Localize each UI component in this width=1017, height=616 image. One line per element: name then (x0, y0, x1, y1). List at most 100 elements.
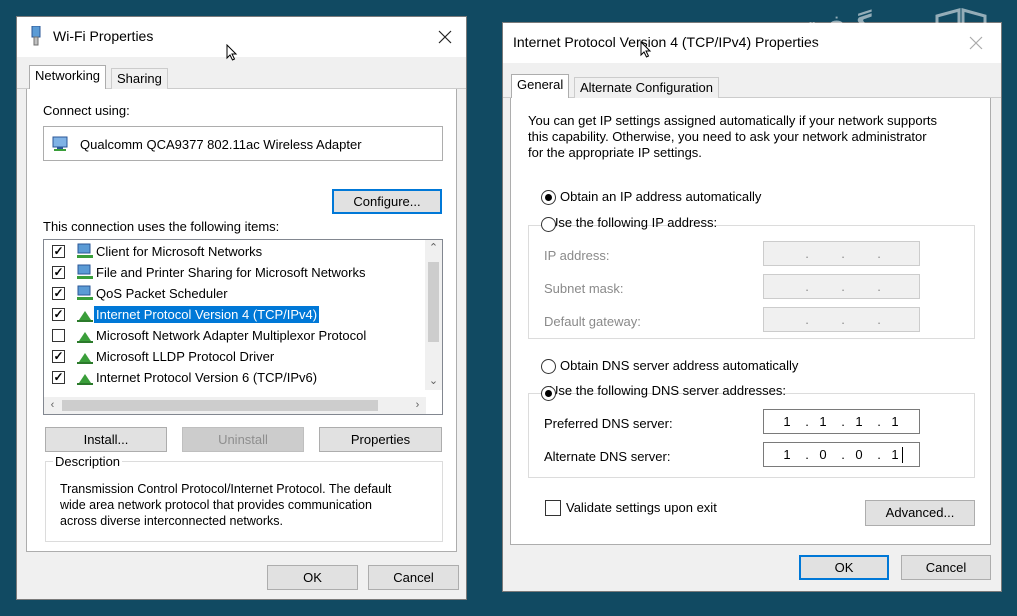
uninstall-button[interactable]: Uninstall (182, 427, 304, 452)
watermark-logo-icon (935, 8, 987, 56)
general-panel: You can get IP settings assigned automat… (510, 98, 991, 545)
components-list[interactable]: ✓ Client for Microsoft Networks ✓ File a… (43, 239, 443, 415)
ip-separator: . (841, 414, 845, 429)
tab-networking[interactable]: Networking (29, 65, 107, 90)
configure-button[interactable]: Configure... (332, 189, 442, 214)
use-dns-radio[interactable] (541, 386, 556, 401)
protocol-icon (77, 353, 93, 364)
mouse-cursor-icon (640, 41, 652, 58)
ok-button[interactable]: OK (267, 565, 358, 590)
vertical-scrollbar[interactable]: ⌃ ⌄ (425, 240, 442, 390)
watermark-title: وب گیفت (799, 10, 923, 40)
scroll-thumb[interactable] (428, 262, 439, 342)
ip-separator: . (877, 246, 881, 261)
protocol-icon (77, 374, 93, 385)
alternate-dns-field[interactable]: 1 . 0 . 0 . 1 (763, 442, 920, 467)
list-item[interactable]: ✓ File and Printer Sharing for Microsoft… (46, 262, 426, 283)
use-ip-radio[interactable] (541, 217, 556, 232)
ip-separator: . (805, 279, 809, 294)
ip-separator: . (877, 279, 881, 294)
scroll-down-icon[interactable]: ⌄ (425, 373, 442, 390)
description-text: wide area network protocol that provides… (60, 498, 372, 512)
properties-button[interactable]: Properties (319, 427, 442, 452)
ip-separator: . (841, 447, 845, 462)
ip-separator: . (805, 447, 809, 462)
tab-general[interactable]: General (511, 74, 570, 99)
cancel-button[interactable]: Cancel (901, 555, 991, 580)
ip-separator: . (841, 279, 845, 294)
title-bar[interactable]: Wi-Fi Properties (17, 17, 466, 57)
validate-checkbox[interactable] (545, 500, 561, 516)
ok-button[interactable]: OK (799, 555, 889, 580)
item-label: Internet Protocol Version 4 (TCP/IPv4) (94, 306, 320, 323)
default-gateway-field: . . . (763, 307, 920, 332)
obtain-dns-label[interactable]: Obtain DNS server address automatically (560, 358, 798, 373)
ip-octet: 0 (855, 447, 863, 462)
adapter-field: Qualcomm QCA9377 802.11ac Wireless Adapt… (43, 126, 443, 161)
ip-octet: 1 (891, 414, 899, 429)
scroll-up-icon[interactable]: ⌃ (425, 240, 442, 257)
dns-group: Preferred DNS server: 1 . 1 . 1 . 1 Alte… (528, 383, 975, 478)
tab-alternate-configuration[interactable]: Alternate Configuration (574, 77, 719, 98)
ip-separator: . (805, 246, 809, 261)
ip-address-group: IP address: . . . Subnet mask: . . . Def… (528, 215, 975, 339)
list-item[interactable]: Microsoft Network Adapter Multiplexor Pr… (46, 325, 426, 346)
horizontal-scrollbar[interactable]: ‹ › (44, 397, 426, 414)
item-checkbox[interactable]: ✓ (52, 245, 65, 258)
item-checkbox[interactable]: ✓ (52, 308, 65, 321)
obtain-ip-label[interactable]: Obtain an IP address automatically (560, 189, 761, 204)
list-item[interactable]: ✓ Internet Protocol Version 6 (TCP/IPv6) (46, 367, 426, 388)
list-item[interactable]: ✓ Client for Microsoft Networks (46, 241, 426, 262)
install-button[interactable]: Install... (45, 427, 167, 452)
connect-using-label: Connect using: (43, 103, 130, 118)
item-label: QoS Packet Scheduler (96, 286, 228, 301)
list-item-selected[interactable]: ✓ Internet Protocol Version 4 (TCP/IPv4) (46, 304, 426, 325)
item-checkbox[interactable]: ✓ (52, 266, 65, 279)
list-item[interactable]: ✓ Microsoft LLDP Protocol Driver (46, 346, 426, 367)
tab-strip: Networking Sharing (17, 65, 466, 90)
ip-separator: . (841, 246, 845, 261)
description-legend: Description (53, 454, 123, 469)
item-checkbox[interactable] (52, 329, 65, 342)
use-dns-label[interactable]: Use the following DNS server addresses: (517, 383, 788, 398)
ip-separator: . (805, 414, 809, 429)
network-adapter-icon (52, 136, 68, 151)
scroll-left-icon[interactable]: ‹ (44, 397, 61, 414)
intro-text: this capability. Otherwise, you need to … (528, 129, 927, 144)
description-group: Description Transmission Control Protoco… (45, 454, 443, 542)
description-text: Transmission Control Protocol/Internet P… (60, 482, 392, 496)
ip-separator: . (805, 312, 809, 327)
preferred-dns-field[interactable]: 1 . 1 . 1 . 1 (763, 409, 920, 434)
ip-octet: 1 (855, 414, 863, 429)
close-button[interactable] (430, 23, 460, 51)
adapter-name: Qualcomm QCA9377 802.11ac Wireless Adapt… (80, 137, 362, 152)
alternate-dns-label: Alternate DNS server: (544, 449, 671, 464)
tab-sharing[interactable]: Sharing (111, 68, 168, 89)
radio-selected-dot (545, 194, 552, 201)
intro-text: You can get IP settings assigned automat… (528, 113, 938, 128)
obtain-ip-radio[interactable] (541, 190, 556, 205)
list-item[interactable]: ✓ QoS Packet Scheduler (46, 283, 426, 304)
items-label: This connection uses the following items… (43, 219, 280, 234)
advanced-button[interactable]: Advanced... (865, 500, 975, 526)
item-checkbox[interactable]: ✓ (52, 350, 65, 363)
validate-label[interactable]: Validate settings upon exit (566, 500, 717, 515)
watermark: وب گیفت مرجع خرید گیفت کارت (763, 8, 1003, 68)
ip-separator: . (877, 312, 881, 327)
network-client-icon (77, 243, 93, 258)
item-label: Microsoft Network Adapter Multiplexor Pr… (96, 328, 367, 343)
scroll-right-icon[interactable]: › (409, 397, 426, 414)
cancel-button[interactable]: Cancel (368, 565, 459, 590)
description-text: across diverse interconnected networks. (60, 514, 284, 528)
item-label: Client for Microsoft Networks (96, 244, 263, 259)
dialog-title: Wi-Fi Properties (53, 28, 154, 44)
obtain-dns-radio[interactable] (541, 359, 556, 374)
item-checkbox[interactable]: ✓ (52, 287, 65, 300)
item-label: Microsoft LLDP Protocol Driver (96, 349, 275, 364)
scroll-thumb[interactable] (62, 400, 378, 411)
networking-panel: Connect using: Qualcomm QCA9377 802.11ac… (26, 89, 457, 552)
default-gateway-label: Default gateway: (544, 314, 641, 329)
item-checkbox[interactable]: ✓ (52, 371, 65, 384)
ip-octet: 1 (819, 414, 827, 429)
mouse-cursor-icon (226, 44, 238, 61)
